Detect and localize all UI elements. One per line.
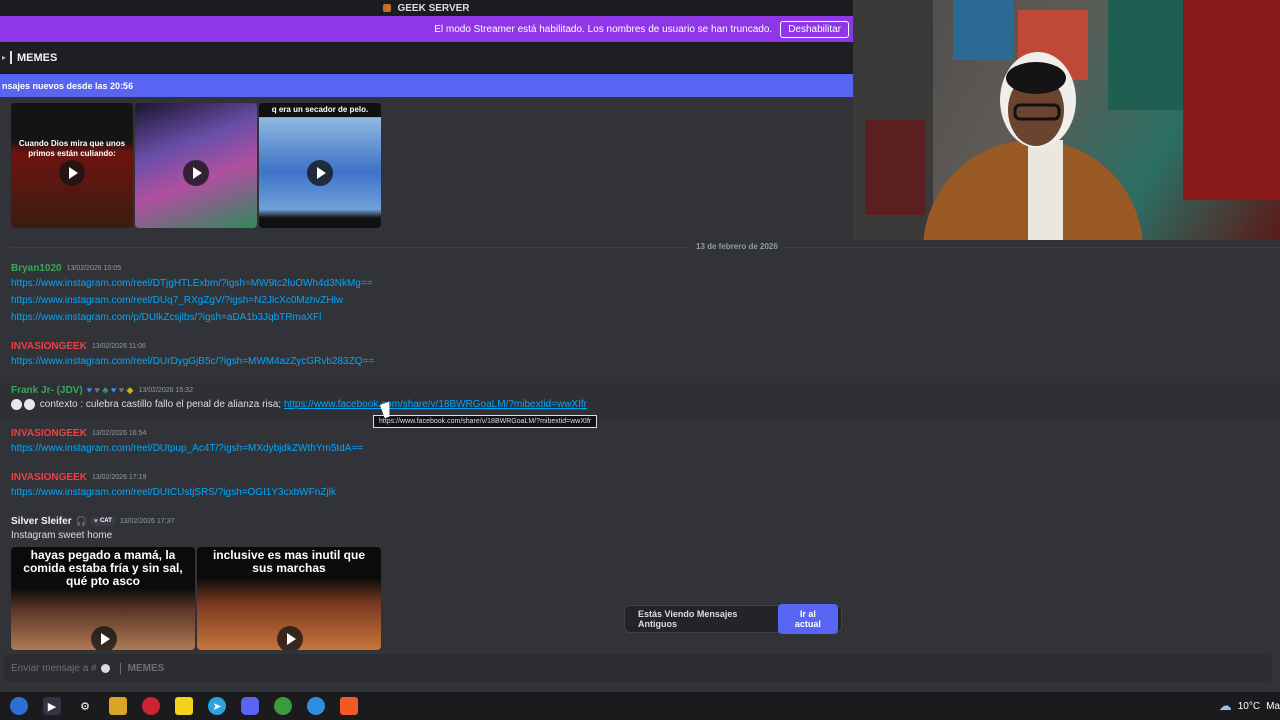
video-attachment[interactable]: inclusive es mas inutil que sus marchas [197, 547, 381, 650]
streamer-banner-text: El modo Streamer está habilitado. Los no… [434, 23, 773, 35]
obs-icon[interactable] [142, 697, 160, 715]
message-link[interactable]: https://www.instagram.com/reel/DTjgHTLEx… [11, 275, 373, 292]
skull-icon [24, 398, 35, 410]
message-author[interactable]: Frank Jr- (JDV) [11, 385, 83, 396]
video-caption: hayas pegado a mamá, la comida estaba fr… [23, 548, 183, 588]
date-divider-label: 13 de febrero de 2026 [690, 242, 784, 251]
message-author[interactable]: INVASIONGEEK [11, 341, 87, 352]
webcam-overlay [853, 0, 1280, 240]
date-divider: 13 de febrero de 2026 [10, 242, 1280, 251]
chrome-profile-icon[interactable] [307, 697, 325, 715]
channel-icon [100, 663, 110, 673]
settings-icon[interactable]: ⚙ [76, 697, 94, 715]
message-link[interactable]: https://www.instagram.com/reel/DUtCUstjS… [11, 484, 336, 501]
jump-to-present-button[interactable]: Ir al actual [777, 604, 838, 634]
new-messages-bar[interactable]: nsajes nuevos desde las 20:56 [0, 74, 853, 97]
window-title-bar: GEEK SERVER [0, 0, 853, 16]
discord-icon[interactable] [241, 697, 259, 715]
chrome-icon[interactable] [274, 697, 292, 715]
message-author[interactable]: Silver Sleifer [11, 516, 72, 527]
play-icon[interactable] [183, 160, 209, 186]
video-attachment[interactable] [135, 103, 257, 228]
message-timestamp: 13/02/2026 10:05 [66, 264, 122, 272]
message-link[interactable]: https://www.instagram.com/p/DUlkZcsjlbs/… [11, 309, 373, 326]
paw-icon: ♥ [93, 517, 98, 525]
weather-temp[interactable]: 10°C [1238, 701, 1260, 712]
weather-icon: ☁ [1218, 698, 1232, 713]
link-tooltip: https://www.facebook.com/share/v/18BWRGo… [373, 415, 598, 428]
telegram-icon[interactable]: ➤ [208, 697, 226, 715]
brave-icon[interactable] [340, 697, 358, 715]
server-tag-badge[interactable]: ♥ CAT [90, 516, 115, 526]
message-timestamp: 13/02/2026 17:19 [91, 473, 147, 481]
video-caption: Cuando Dios mira que unos primos están c… [18, 139, 126, 158]
video-caption: inclusive es mas inutil que sus marchas [212, 548, 366, 575]
message[interactable]: INVASIONGEEK 13/02/2026 16:54 https://ww… [11, 426, 363, 457]
composer-placeholder: Enviar mensaje a # [11, 662, 97, 674]
message[interactable]: Silver Sleifer 🎧 ♥ CAT 13/02/2026 17:37 I… [11, 514, 174, 544]
chevron-right-icon[interactable]: ▸ [2, 53, 6, 62]
message[interactable]: INVASIONGEEK 13/02/2026 17:19 https://ww… [11, 470, 336, 501]
message-text: contexto : culebra castillo fallo el pen… [39, 399, 282, 410]
play-icon[interactable] [59, 160, 85, 186]
sticky-notes-icon[interactable] [175, 697, 193, 715]
decoration-emoji-icons: ♥ ♥ ♣ ♥ ♥ ◆ [86, 384, 134, 395]
video-attachment[interactable]: Cuando Dios mira que unos primos están c… [11, 103, 133, 228]
channel-name: MEMES [17, 51, 58, 64]
disable-streamer-button[interactable]: Deshabilitar [780, 20, 849, 38]
play-icon[interactable] [277, 626, 303, 650]
terminal-icon[interactable]: ▶ [43, 697, 61, 715]
old-messages-text: Estás Viendo Mensajes Antiguos [638, 609, 738, 629]
message-input[interactable]: Enviar mensaje a # MEMES [4, 654, 1272, 682]
play-icon[interactable] [307, 160, 333, 186]
message-link[interactable]: https://www.instagram.com/reel/DUq7_RXgZ… [11, 292, 373, 309]
message-timestamp: 13/02/2026 15:32 [138, 386, 193, 394]
message-link[interactable]: https://www.instagram.com/reel/DUrDygGjB… [11, 353, 374, 370]
streamer-mode-banner: El modo Streamer está habilitado. Los no… [0, 16, 853, 42]
message[interactable]: INVASIONGEEK 13/02/2026 11:06 https://ww… [11, 339, 374, 370]
composer-channel-name: MEMES [127, 662, 165, 674]
video-attachment[interactable]: q era un secador de pelo. [259, 103, 381, 228]
message-author[interactable]: INVASIONGEEK [11, 472, 87, 483]
windows-taskbar: ▶ ⚙ ➤ ☁ 10°C Ma [0, 692, 1280, 720]
message-timestamp: 13/02/2026 17:37 [119, 517, 175, 525]
video-caption [135, 103, 257, 107]
system-tray: ☁ 10°C Ma [1219, 692, 1280, 720]
headphones-icon: 🎧 [75, 515, 87, 526]
video-attachment[interactable]: hayas pegado a mamá, la comida estaba fr… [11, 547, 195, 650]
webcam-image [853, 0, 1280, 240]
message-author[interactable]: INVASIONGEEK [11, 428, 87, 439]
message-author[interactable]: Bryan1020 [11, 263, 62, 274]
message-timestamp: 13/02/2026 11:06 [91, 342, 146, 350]
message-composer[interactable]: Enviar mensaje a # MEMES [0, 650, 1280, 692]
message-link[interactable]: https://www.facebook.com/share/v/18BWRGo… [284, 399, 587, 410]
divider [119, 662, 121, 674]
message[interactable]: Bryan1020 13/02/2026 10:05 https://www.i… [11, 261, 373, 326]
skull-icon [11, 398, 22, 410]
new-messages-text: nsajes nuevos desde las 20:56 [2, 80, 134, 91]
server-icon [383, 4, 392, 12]
hash-icon [10, 51, 13, 64]
channel-header: ▸ MEMES [0, 42, 853, 74]
message-timestamp: 13/02/2026 16:54 [91, 429, 147, 437]
play-icon[interactable] [91, 626, 117, 650]
message-link[interactable]: https://www.instagram.com/reel/DUtpup_Ac… [11, 440, 363, 457]
video-caption: q era un secador de pelo. [259, 103, 381, 117]
server-name: GEEK SERVER [397, 2, 470, 14]
file-explorer-icon[interactable] [109, 697, 127, 715]
copilot-icon[interactable] [10, 697, 28, 715]
viewing-old-messages-bar: Estás Viendo Mensajes Antiguos Ir al act… [624, 604, 842, 634]
message-text: Instagram sweet home [11, 530, 113, 541]
tray-text: Ma [1266, 700, 1280, 712]
message[interactable]: Frank Jr- (JDV) ♥ ♥ ♣ ♥ ♥ ◆ 13/02/2026 1… [11, 383, 587, 413]
